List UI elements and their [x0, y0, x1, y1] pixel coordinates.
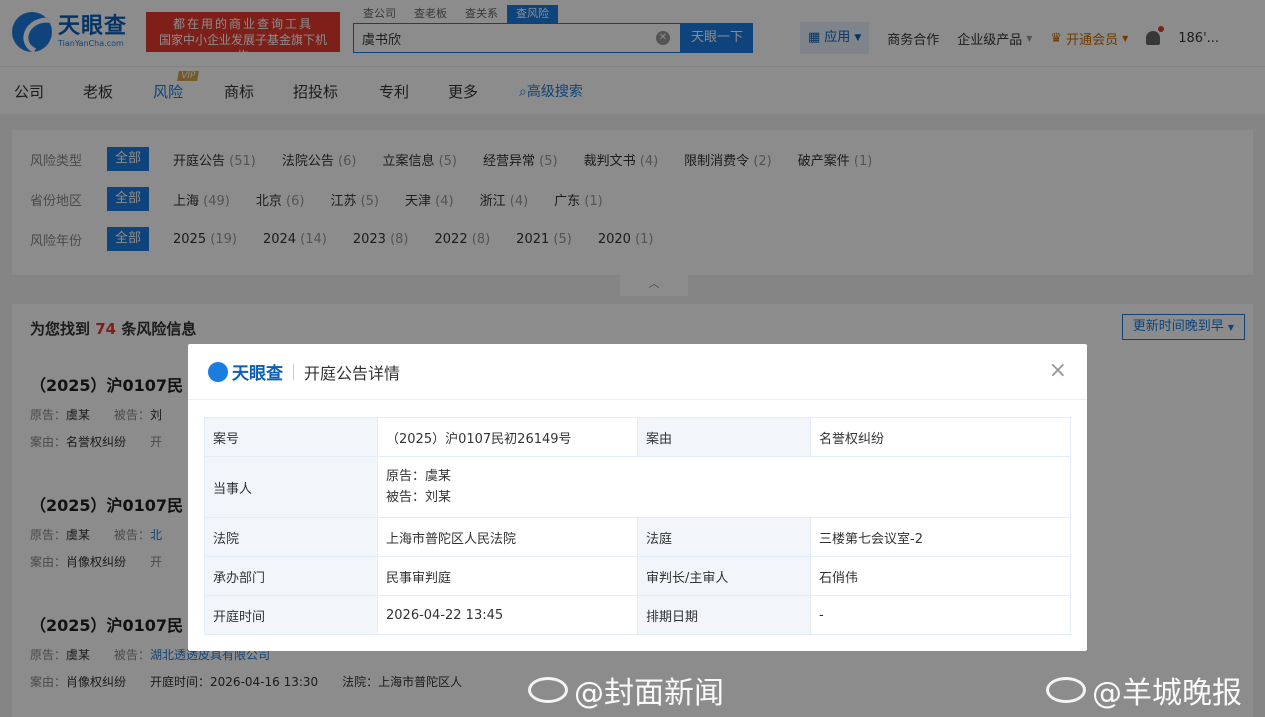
table-row: 案号 （2025）沪0107民初26149号 案由 名誉权纠纷 — [204, 417, 1071, 457]
time-label: 开庭时间 — [204, 595, 378, 635]
watermark-text: @羊城晚报 — [1092, 676, 1242, 711]
room-value: 三楼第七会议室-2 — [810, 517, 1071, 557]
defendant: 被告：刘某 — [386, 490, 452, 505]
weibo-icon — [1046, 677, 1086, 703]
table-row: 承办部门 民事审判庭 审判长/主审人 石俏伟 — [204, 556, 1071, 596]
watermark-text: @封面新闻 — [574, 676, 724, 711]
dept-label: 承办部门 — [204, 556, 378, 596]
modal-logo-text: 天眼查 — [232, 364, 283, 384]
parties-value: 原告：虞某 被告：刘某 — [377, 456, 1071, 518]
weibo-icon — [528, 677, 568, 703]
table-row: 当事人 原告：虞某 被告：刘某 — [204, 456, 1071, 518]
cause-label: 案由 — [637, 417, 811, 457]
detail-table: 案号 （2025）沪0107民初26149号 案由 名誉权纠纷 当事人 原告：虞… — [204, 417, 1071, 635]
watermark: @羊城晚报 — [1046, 668, 1242, 712]
time-value: 2026-04-22 13:45 — [377, 595, 638, 635]
schedule-label: 排期日期 — [637, 595, 811, 635]
schedule-value: - — [810, 595, 1071, 635]
close-icon[interactable]: × — [1049, 360, 1067, 382]
dept-value: 民事审判庭 — [377, 556, 638, 596]
watermark: @封面新闻 — [528, 668, 724, 712]
modal-title: 开庭公告详情 — [304, 363, 401, 383]
table-row: 法院 上海市普陀区人民法院 法庭 三楼第七会议室-2 — [204, 517, 1071, 557]
case-no-label: 案号 — [204, 417, 378, 457]
case-no-value: （2025）沪0107民初26149号 — [377, 417, 638, 457]
court-value: 上海市普陀区人民法院 — [377, 517, 638, 557]
judge-value: 石俏伟 — [810, 556, 1071, 596]
cause-value: 名誉权纠纷 — [810, 417, 1071, 457]
hearing-detail-modal: 天眼查 开庭公告详情 × 案号 （2025）沪0107民初26149号 案由 名… — [188, 344, 1087, 651]
table-row: 开庭时间 2026-04-22 13:45 排期日期 - — [204, 595, 1071, 635]
logo-icon — [208, 361, 228, 382]
divider — [293, 363, 294, 380]
modal-header: 天眼查 开庭公告详情 × — [188, 344, 1087, 400]
room-label: 法庭 — [637, 517, 811, 557]
judge-label: 审判长/主审人 — [637, 556, 811, 596]
parties-label: 当事人 — [204, 456, 378, 518]
modal-logo: 天眼查 — [208, 359, 283, 384]
court-label: 法院 — [204, 517, 378, 557]
plaintiff: 原告：虞某 — [386, 469, 452, 484]
